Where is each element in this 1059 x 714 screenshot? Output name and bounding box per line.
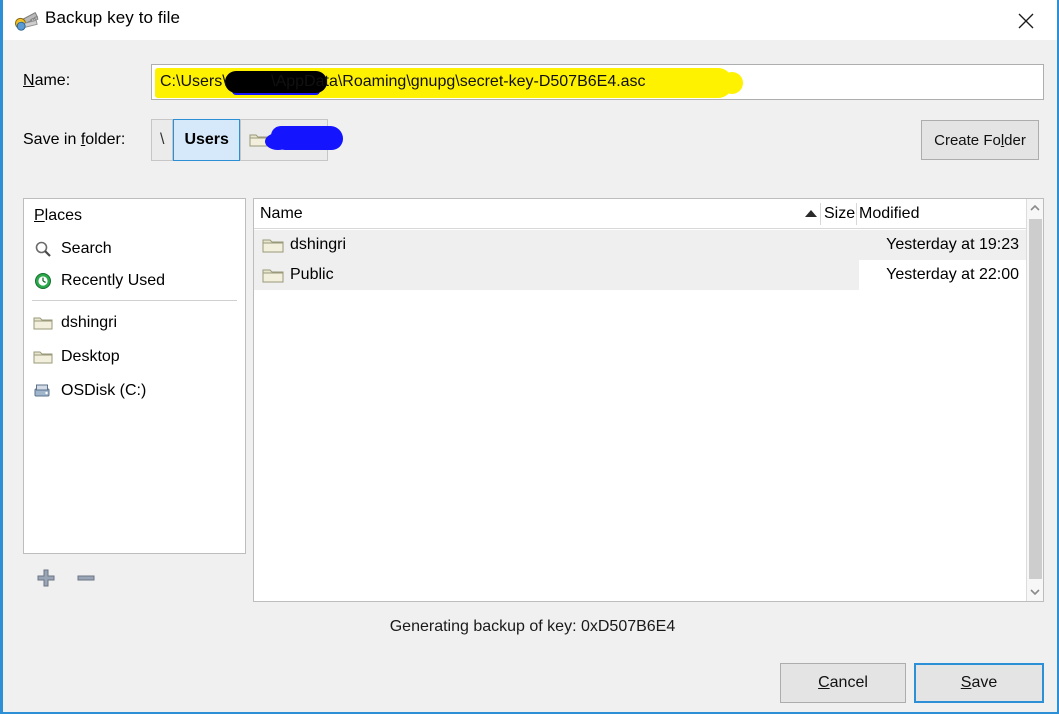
file-list-panel: Name Size Modified dshingri Yesterday at… bbox=[253, 198, 1044, 602]
sort-ascending-icon bbox=[805, 210, 817, 217]
save-mnemonic: S bbox=[960, 674, 972, 691]
column-header-size[interactable]: Size bbox=[824, 199, 855, 228]
folder-icon bbox=[262, 239, 284, 252]
header-separator bbox=[820, 203, 821, 225]
sidebar-item-label: Search bbox=[61, 240, 112, 257]
save-button[interactable]: Save bbox=[914, 663, 1044, 703]
sidebar-item-osdisk[interactable]: OSDisk (C:) bbox=[32, 377, 239, 405]
sidebar-item-desktop[interactable]: Desktop bbox=[32, 343, 239, 371]
sidebar-item-label: Desktop bbox=[61, 348, 120, 365]
key-icon bbox=[11, 9, 41, 33]
header-separator bbox=[856, 203, 857, 225]
file-name-cell[interactable]: dshingri bbox=[254, 230, 827, 260]
blue-redaction-annotation bbox=[264, 126, 343, 150]
file-modified-cell: Yesterday at 19:23 bbox=[859, 230, 1027, 260]
file-name-cell[interactable]: Public bbox=[254, 260, 827, 290]
window-title: Backup key to file bbox=[45, 8, 181, 27]
file-list-header: Name Size Modified bbox=[254, 199, 1043, 229]
name-label: Name: bbox=[23, 72, 70, 90]
save-in-folder-label-a: Save in bbox=[23, 131, 81, 148]
create-folder-label-a: Create Fo bbox=[934, 131, 1001, 149]
column-header-modified[interactable]: Modified bbox=[859, 199, 919, 228]
places-header: Places bbox=[34, 207, 82, 225]
table-row[interactable]: dshingri Yesterday at 19:23 bbox=[254, 230, 1027, 260]
breadcrumb-item-redacted[interactable] bbox=[239, 119, 343, 161]
name-label-rest: ame: bbox=[34, 72, 71, 89]
cancel-label-rest: ancel bbox=[829, 674, 868, 691]
breadcrumb-item-root[interactable]: \ bbox=[151, 119, 174, 161]
places-toolbar bbox=[23, 556, 246, 602]
name-label-mnemonic: N bbox=[23, 72, 35, 89]
cancel-mnemonic: C bbox=[818, 674, 830, 691]
drive-icon bbox=[32, 381, 54, 401]
file-size-cell bbox=[827, 260, 859, 290]
title-bar: Backup key to file bbox=[3, 0, 1057, 40]
create-folder-button[interactable]: Create Folder bbox=[921, 120, 1039, 160]
breadcrumb: \ Users bbox=[151, 119, 343, 161]
sidebar-item-label: OSDisk (C:) bbox=[61, 382, 147, 399]
save-in-folder-label-b: older: bbox=[85, 131, 126, 148]
places-divider bbox=[32, 300, 237, 301]
add-place-button[interactable] bbox=[35, 567, 59, 589]
filename-field-wrapper bbox=[151, 64, 1044, 100]
breadcrumb-item-users[interactable]: Users bbox=[173, 119, 240, 161]
file-size-cell bbox=[827, 230, 859, 260]
sidebar-item-label: Recently Used bbox=[61, 272, 166, 289]
folder-icon bbox=[32, 313, 54, 333]
close-icon[interactable] bbox=[1009, 8, 1043, 34]
file-modified-cell: Yesterday at 22:00 bbox=[859, 260, 1027, 290]
scrollbar-thumb[interactable] bbox=[1029, 219, 1042, 579]
backup-key-dialog: Backup key to file Name: Save in folder:… bbox=[0, 0, 1059, 714]
table-row[interactable]: Public Yesterday at 22:00 bbox=[254, 260, 1027, 290]
chevron-up-icon[interactable] bbox=[1027, 199, 1043, 217]
chevron-down-icon[interactable] bbox=[1027, 583, 1043, 601]
file-name-text: Public bbox=[290, 266, 334, 283]
folder-icon bbox=[32, 347, 54, 367]
filename-input[interactable] bbox=[152, 65, 1043, 99]
sidebar-item-dshingri[interactable]: dshingri bbox=[32, 309, 239, 337]
save-in-folder-label: Save in folder: bbox=[23, 131, 125, 149]
sidebar-item-label: dshingri bbox=[61, 314, 118, 331]
places-panel: Places Search Recently Used dshingri Des… bbox=[23, 198, 246, 554]
file-name-text: dshingri bbox=[290, 236, 347, 253]
places-header-rest: laces bbox=[44, 207, 83, 224]
save-label-rest: ave bbox=[971, 674, 998, 691]
recent-clock-icon bbox=[32, 271, 54, 291]
places-header-mnemonic: P bbox=[34, 207, 45, 224]
folder-icon bbox=[262, 269, 284, 282]
column-header-name[interactable]: Name bbox=[260, 199, 303, 228]
sidebar-item-search[interactable]: Search bbox=[32, 235, 239, 263]
status-message: Generating backup of key: 0xD507B6E4 bbox=[389, 618, 676, 635]
search-icon bbox=[32, 239, 54, 259]
cancel-button[interactable]: Cancel bbox=[780, 663, 906, 703]
create-folder-label-b: der bbox=[1004, 131, 1026, 149]
file-list-scrollbar[interactable] bbox=[1026, 199, 1043, 601]
sidebar-item-recently-used[interactable]: Recently Used bbox=[32, 267, 239, 295]
remove-place-button[interactable] bbox=[75, 567, 99, 589]
